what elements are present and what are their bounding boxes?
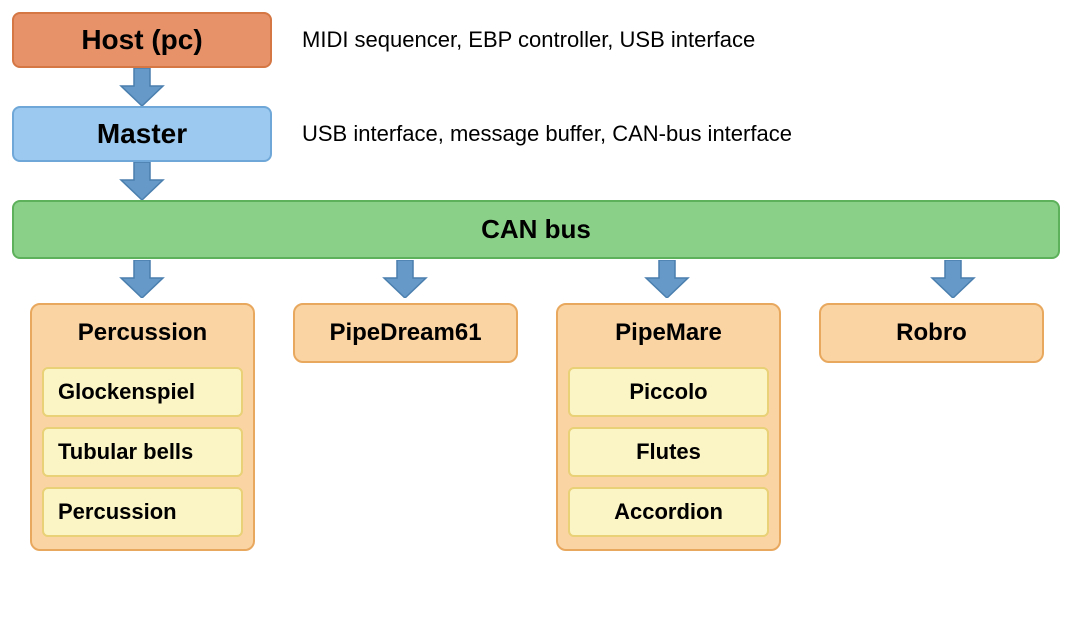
- device-pipemare: PipeMare Piccolo Flutes Accordion: [556, 303, 781, 551]
- host-box: Host (pc): [12, 12, 272, 68]
- device-pipemare-title: PipeMare: [568, 313, 769, 357]
- canbus-box: CAN bus: [12, 200, 1060, 259]
- host-desc: MIDI sequencer, EBP controller, USB inte…: [302, 27, 755, 53]
- sub-accordion: Accordion: [568, 487, 769, 537]
- sub-flutes: Flutes: [568, 427, 769, 477]
- arrow-down-icon: [119, 68, 165, 106]
- arrow-down-icon: [119, 162, 165, 200]
- host-row: Host (pc) MIDI sequencer, EBP controller…: [12, 12, 1063, 68]
- master-desc: USB interface, message buffer, CAN-bus i…: [302, 121, 792, 147]
- canbus-label: CAN bus: [481, 214, 591, 244]
- master-row: Master USB interface, message buffer, CA…: [12, 106, 1063, 162]
- sub-glockenspiel: Glockenspiel: [42, 367, 243, 417]
- arrow-down-icon: [119, 260, 165, 298]
- device-pipedream61: PipeDream61: [293, 303, 518, 363]
- canbus-arrows: [12, 259, 1063, 303]
- device-percussion-title: Percussion: [42, 313, 243, 357]
- arrow-down-icon: [644, 260, 690, 298]
- master-label: Master: [97, 118, 187, 149]
- arrow-down-icon: [382, 260, 428, 298]
- device-robro: Robro: [819, 303, 1044, 363]
- device-pipedream61-title: PipeDream61: [329, 319, 481, 346]
- arrow-down-icon: [930, 260, 976, 298]
- arrow-master-to-canbus: [119, 162, 1063, 200]
- device-percussion: Percussion Glockenspiel Tubular bells Pe…: [30, 303, 255, 551]
- sub-percussion: Percussion: [42, 487, 243, 537]
- sub-piccolo: Piccolo: [568, 367, 769, 417]
- master-box: Master: [12, 106, 272, 162]
- device-robro-title: Robro: [896, 319, 967, 346]
- host-label: Host (pc): [81, 24, 202, 55]
- sub-tubular-bells: Tubular bells: [42, 427, 243, 477]
- devices-row: Percussion Glockenspiel Tubular bells Pe…: [12, 303, 1063, 551]
- arrow-host-to-master: [119, 68, 1063, 106]
